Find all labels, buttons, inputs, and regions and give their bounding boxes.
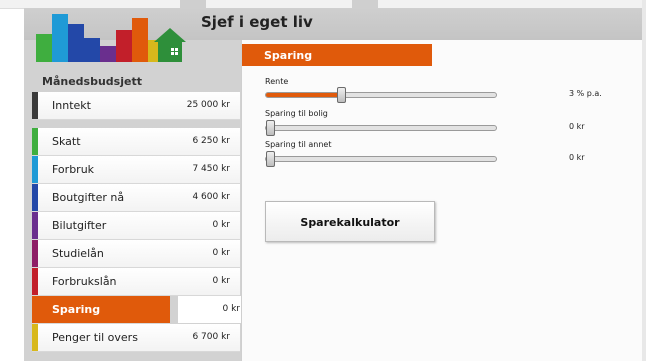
sidebar-item-value: 7 450 kr [192,164,230,174]
slider-thumb[interactable] [266,120,275,136]
logo-bar-chart-icon [36,14,186,62]
slider-track[interactable] [265,87,497,103]
slider-value: 0 kr [569,153,585,162]
slider-value: 0 kr [569,122,585,131]
app-title: Sjef i eget liv [201,13,313,31]
slider-label: Sparing til bolig [265,109,328,118]
slider-thumb[interactable] [266,151,275,167]
sidebar-item-value: 0 kr [212,220,231,230]
slider-track[interactable] [265,151,497,167]
sidebar-item-inntekt[interactable]: Inntekt 25 000 kr [32,92,240,120]
panel-title: Sparing [264,49,313,62]
house-icon [154,28,186,62]
category-color-stripe [32,240,38,267]
sidebar-item-label: Inntekt [52,99,91,112]
tab-marker [180,0,206,8]
category-color-stripe [32,128,38,155]
sidebar-item-value: 0 kr [212,248,231,258]
sidebar-item-skatt[interactable]: Skatt 6 250 kr [32,128,240,156]
slider-track[interactable] [265,120,497,136]
slider-thumb[interactable] [337,87,347,103]
sidebar-item-penger-til-overs[interactable]: Penger til overs 6 700 kr [32,324,240,352]
sidebar-item-value: 0 kr [212,276,231,286]
sidebar-item-studielån[interactable]: Studielån 0 kr [32,240,240,268]
tab-marker [352,0,378,8]
sidebar-heading: Månedsbudsjett [42,75,142,88]
sidebar-item-label: Skatt [52,135,81,148]
sidebar-item-label: Forbrukslån [52,275,117,288]
sidebar-item-label: Bilutgifter [52,219,107,232]
app-frame: Sjef i eget liv Månedsbudsjett Inntekt 2… [24,8,645,361]
category-color-stripe [32,156,38,183]
sidebar-item-value: 6 700 kr [192,332,230,342]
slider-label: Rente [265,77,289,86]
sidebar-item-label: Studielån [52,247,104,260]
slider-value: 3 % p.a. [569,89,602,98]
sidebar-item-forbrukslån[interactable]: Forbrukslån 0 kr [32,268,240,296]
slider-label: Sparing til annet [265,140,332,149]
sparing-panel: Sparing Rente 3 % p.a. Sparing til bolig 0 … [241,40,645,361]
budget-sidebar: Månedsbudsjett Inntekt 25 000 kr Skatt 6 … [32,63,254,361]
sidebar-item-sparing[interactable]: Sparing [32,296,170,324]
sparekalkulator-button[interactable]: Sparekalkulator [265,201,435,242]
sidebar-item-label: Sparing [52,303,101,316]
category-color-stripe [32,296,38,323]
window-edge [642,0,646,361]
sidebar-item-value: 6 250 kr [192,136,230,146]
sidebar-item-value: 25 000 kr [186,100,230,110]
sidebar-item-value: 4 600 kr [192,192,230,202]
category-color-stripe [32,184,38,211]
category-color-stripe [32,324,38,351]
category-color-stripe [32,268,38,295]
category-color-stripe [32,92,38,119]
sidebar-item-value: 0 kr [222,304,241,314]
sidebar-item-label: Forbruk [52,163,95,176]
sidebar-item-label: Boutgifter nå [52,191,125,204]
panel-title-tab: Sparing [242,44,432,66]
sidebar-item-boutgifter-nå[interactable]: Boutgifter nå 4 600 kr [32,184,240,212]
category-color-stripe [32,212,38,239]
sidebar-item-label: Penger til overs [52,331,138,344]
slider-fill [266,93,340,97]
sidebar-item-bilutgifter[interactable]: Bilutgifter 0 kr [32,212,240,240]
sidebar-item-forbruk[interactable]: Forbruk 7 450 kr [32,156,240,184]
